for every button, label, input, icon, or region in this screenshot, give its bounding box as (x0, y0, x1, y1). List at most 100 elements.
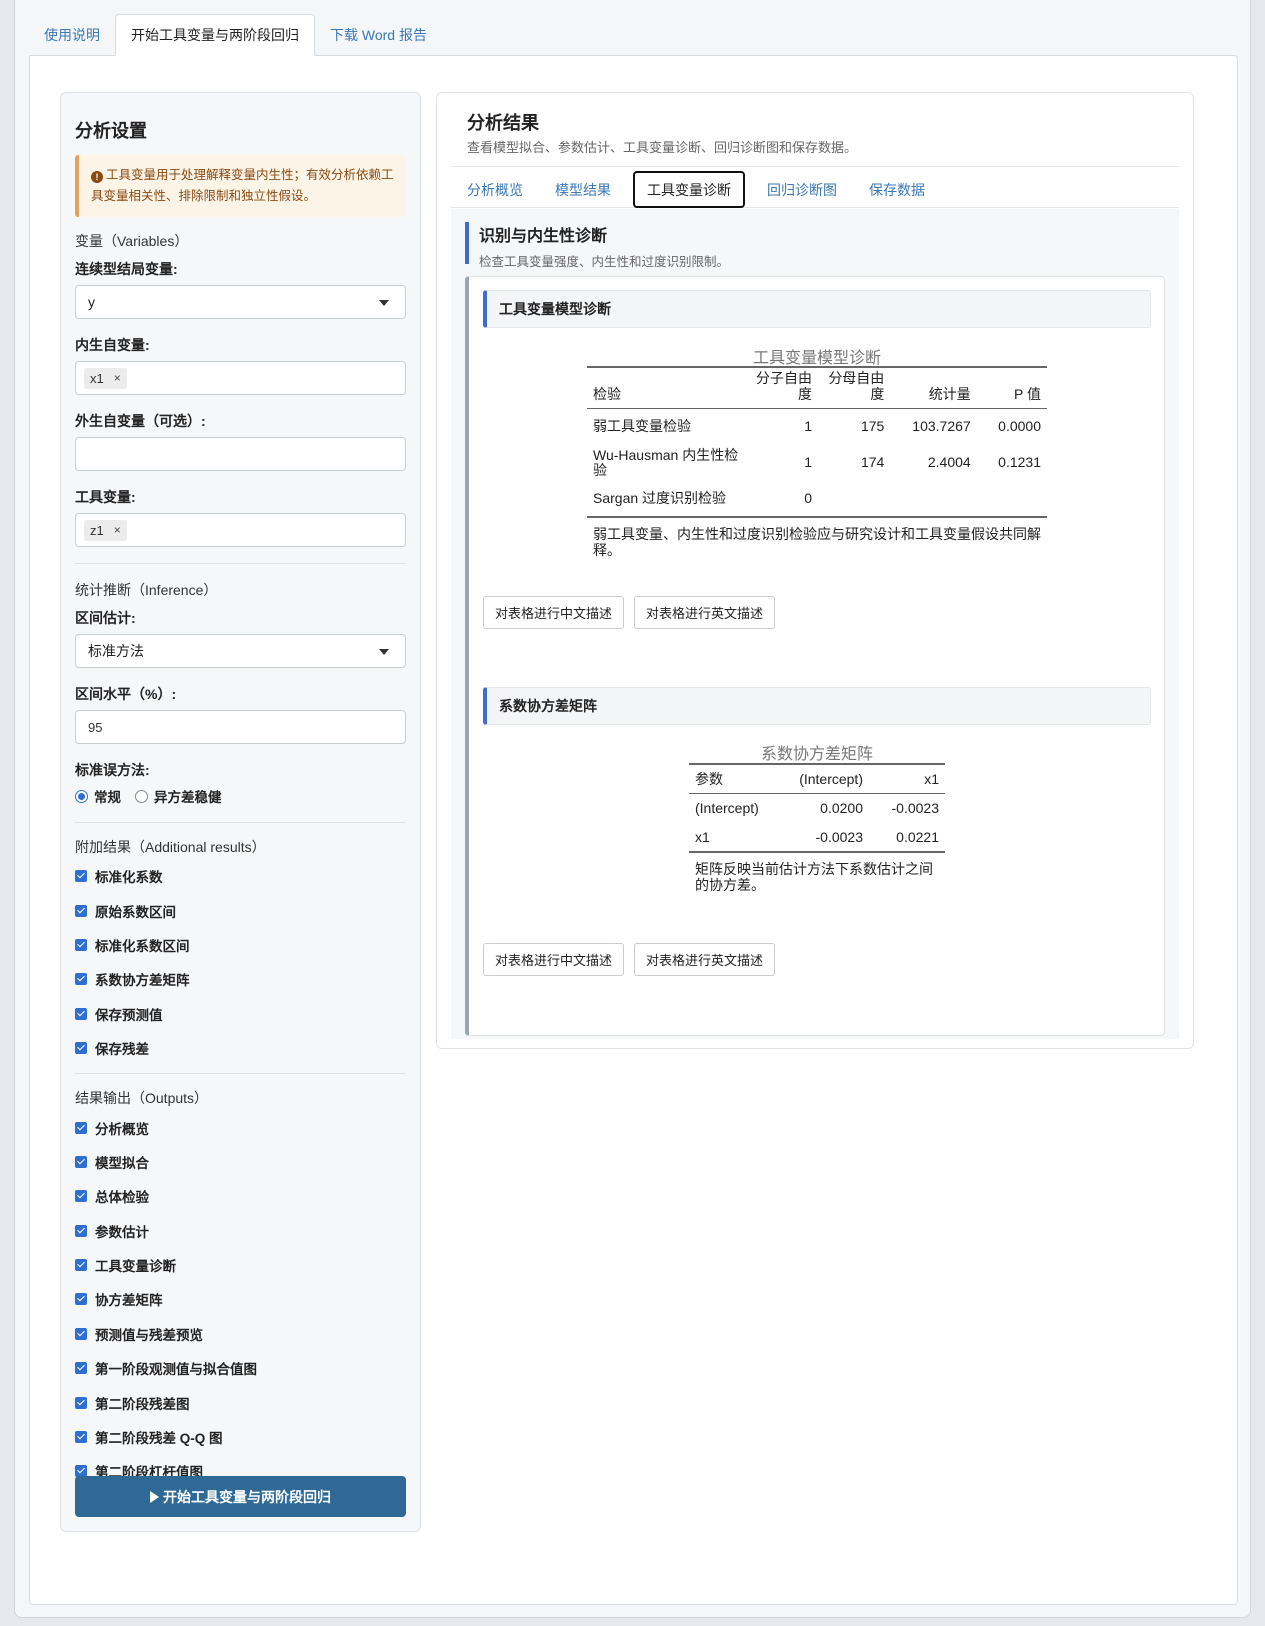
column-header: 分子自由度 (756, 370, 812, 402)
outcome-select[interactable]: y (75, 285, 406, 319)
checkbox[interactable] (75, 938, 87, 951)
checkbox-row[interactable]: 第二阶段残差图 (75, 1385, 406, 1419)
table-cell: 0.0221 (896, 828, 939, 845)
interval-select[interactable]: 标准方法 (75, 634, 406, 668)
additional-section-title: 附加结果（Additional results） (75, 839, 266, 855)
checkbox-row[interactable]: 参数估计 (75, 1214, 406, 1248)
table-cell: 1 (804, 418, 812, 435)
column-header: (Intercept) (799, 771, 863, 787)
table-cell: Sargan 过度识别检验 (593, 489, 727, 506)
tab-overview[interactable]: 分析概览 (451, 171, 539, 208)
checkbox[interactable] (75, 1042, 87, 1055)
instrument-label: 工具变量: (75, 489, 136, 505)
tab-iv-diagnostics[interactable]: 工具变量诊断 (633, 171, 745, 208)
se-label: 标准误方法: (75, 762, 150, 778)
checkbox-row[interactable]: 预测值与残差预览 (75, 1317, 406, 1351)
table-cell: -0.0023 (891, 800, 939, 817)
table-row: Wu-Hausman 内生性检验 1 174 2.4004 0.1231 (587, 445, 1047, 481)
checkbox[interactable] (75, 1431, 87, 1444)
describe-table-cn-button[interactable]: 对表格进行中文描述 (483, 943, 625, 976)
checkbox[interactable] (75, 1155, 87, 1168)
settings-sidebar: 分析设置 ! 工具变量用于处理解释变量内生性；有效分析依赖工具变量相关性、排除限制… (60, 92, 421, 1532)
table-row: (Intercept) 0.0200 -0.0023 (689, 794, 945, 824)
se-option-regular[interactable]: 常规 (94, 786, 121, 806)
endog-label: 内生自变量: (75, 337, 150, 353)
column-header: 统计量 (928, 386, 971, 402)
table-cell: 2.4004 (927, 454, 971, 470)
se-radio-regular[interactable] (75, 789, 88, 803)
checkbox[interactable] (75, 1190, 87, 1203)
tab-download-report[interactable]: 下载 Word 报告 (315, 14, 442, 56)
checkbox-row[interactable]: 保存残差 (75, 1031, 406, 1065)
top-tab-bar: 使用说明 开始工具变量与两阶段回归 下载 Word 报告 (29, 14, 442, 56)
table-cell: 0 (804, 489, 812, 506)
diagnostics-card: 工具变量模型诊断 工具变量模型诊断 检验 分子自由度 分母自由度 统计量 P 值 (465, 276, 1165, 1036)
additional-checklist: 标准化系数 原始系数区间 标准化系数区间 系数协方差矩阵 保存预测值 保存残差 (75, 859, 406, 1065)
table-cell: 0.1231 (998, 454, 1041, 470)
checkbox[interactable] (75, 1396, 87, 1409)
checkbox[interactable] (75, 870, 87, 883)
checkbox[interactable] (75, 973, 87, 986)
info-alert: ! 工具变量用于处理解释变量内生性；有效分析依赖工具变量相关性、排除限制和独立性假… (75, 155, 406, 217)
checkbox-row[interactable]: 标准化系数 (75, 859, 406, 893)
section-title: 识别与内生性诊断 (479, 228, 608, 245)
describe-table-en-button[interactable]: 对表格进行英文描述 (634, 596, 776, 629)
iv-diagnostics-table: 检验 分子自由度 分母自由度 统计量 P 值 弱工具变量检验 1 175 103… (587, 366, 1047, 558)
endog-tag: x1 × (84, 367, 127, 389)
interval-value: 标准方法 (88, 643, 144, 659)
instrument-multiselect[interactable]: z1 × (75, 513, 406, 547)
checkbox[interactable] (75, 1007, 87, 1020)
describe-table-en-button[interactable]: 对表格进行英文描述 (634, 943, 776, 976)
checkbox-row[interactable]: 协方差矩阵 (75, 1282, 406, 1316)
checkbox-row[interactable]: 模型拟合 (75, 1145, 406, 1179)
variables-section-title: 变量（Variables） (75, 233, 189, 249)
checkbox-row[interactable]: 总体检验 (75, 1179, 406, 1213)
tab-instructions[interactable]: 使用说明 (29, 14, 115, 56)
checkbox[interactable] (75, 1362, 87, 1375)
table-note: 矩阵反映当前估计方法下系数估计之间的协方差。 (695, 860, 933, 893)
sidebar-title: 分析设置 (75, 121, 147, 141)
column-header: 参数 (695, 771, 723, 787)
interval-label: 区间估计: (75, 610, 136, 626)
remove-tag-icon[interactable]: × (114, 523, 121, 537)
exog-multiselect[interactable] (75, 437, 406, 471)
divider (75, 1073, 406, 1075)
tab-regression-plots[interactable]: 回归诊断图 (751, 171, 853, 208)
endog-multiselect[interactable]: x1 × (75, 361, 406, 395)
remove-tag-icon[interactable]: × (114, 371, 121, 385)
checkbox[interactable] (75, 1293, 87, 1306)
table-cell: x1 (695, 828, 710, 845)
se-radio-robust[interactable] (135, 789, 148, 803)
checkbox-row[interactable]: 原始系数区间 (75, 893, 406, 927)
run-analysis-button[interactable]: 开始工具变量与两阶段回归 (75, 1476, 406, 1517)
covariance-card-title: 系数协方差矩阵 (483, 687, 1151, 725)
checkbox[interactable] (75, 1327, 87, 1340)
checkbox[interactable] (75, 1259, 87, 1272)
column-header: x1 (924, 771, 939, 787)
checkbox-row[interactable]: 标准化系数区间 (75, 928, 406, 962)
outcome-label: 连续型结局变量: (75, 261, 178, 277)
tab-model-results[interactable]: 模型结果 (539, 171, 627, 208)
describe-table-cn-button[interactable]: 对表格进行中文描述 (483, 596, 625, 629)
checkbox[interactable] (75, 1224, 87, 1237)
tab-run-analysis[interactable]: 开始工具变量与两阶段回归 (115, 14, 315, 56)
chevron-down-icon (379, 649, 389, 655)
tab-saved-data[interactable]: 保存数据 (853, 171, 941, 208)
table-cell: 1 (804, 454, 812, 470)
checkbox[interactable] (75, 1121, 87, 1134)
checkbox-row[interactable]: 工具变量诊断 (75, 1248, 406, 1282)
iv-table-caption: 工具变量模型诊断 (752, 350, 881, 367)
info-icon: ! (91, 171, 103, 183)
checkbox-row[interactable]: 系数协方差矩阵 (75, 962, 406, 996)
table-row: x1 -0.0023 0.0221 (689, 824, 945, 852)
diagnostics-tab-content: 识别与内生性诊断 检查工具变量强度、内生性和过度识别限制。 工具变量模型诊断 工… (451, 209, 1179, 1039)
checkbox-row[interactable]: 第一阶段观测值与拟合值图 (75, 1351, 406, 1385)
checkbox-row[interactable]: 分析概览 (75, 1110, 406, 1144)
results-panel: 分析结果 查看模型拟合、参数估计、工具变量诊断、回归诊断图和保存数据。 分析概览… (436, 92, 1194, 1049)
table-cell (977, 481, 1047, 517)
se-option-robust[interactable]: 异方差稳健 (154, 786, 222, 806)
level-input[interactable]: 95 (75, 710, 406, 744)
checkbox-row[interactable]: 保存预测值 (75, 997, 406, 1031)
checkbox[interactable] (75, 904, 87, 917)
checkbox-row[interactable]: 第二阶段残差 Q-Q 图 (75, 1420, 406, 1454)
